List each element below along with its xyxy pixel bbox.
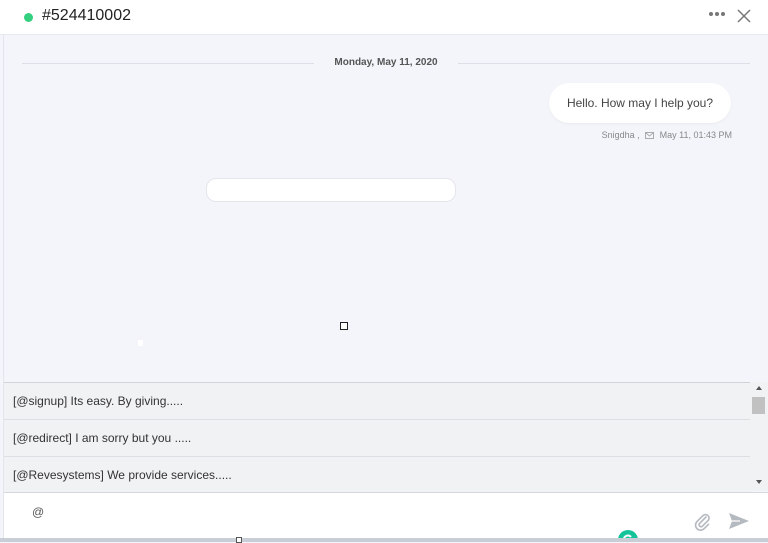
scroll-up-arrow-icon[interactable]	[755, 384, 763, 392]
suggestions-scrollbar[interactable]	[750, 382, 768, 491]
scroll-down-arrow-icon[interactable]	[755, 478, 763, 486]
artifact-dot	[138, 340, 143, 346]
message-timestamp: May 11, 01:43 PM	[659, 130, 732, 140]
date-separator-line-left	[22, 63, 314, 64]
ticket-id-title: #524410002	[42, 7, 131, 24]
canned-response-list: [@signup] Its easy. By giving..... [@red…	[4, 382, 750, 494]
message-input[interactable]	[30, 499, 614, 525]
date-separator-line-right	[458, 63, 750, 64]
cursor-marker	[340, 322, 348, 330]
send-icon[interactable]	[728, 511, 750, 531]
chat-header: #524410002	[0, 0, 768, 35]
message-composer	[4, 492, 768, 539]
message-sender: Snigdha ,	[601, 130, 640, 140]
ellipsis-icon[interactable]	[709, 12, 729, 20]
canned-response-item[interactable]: [@signup] Its easy. By giving.....	[4, 383, 750, 420]
window-bottom-edge	[0, 538, 768, 542]
paperclip-icon[interactable]	[692, 511, 712, 531]
scrollbar-thumb[interactable]	[752, 397, 765, 414]
canned-response-item[interactable]: [@Revesystems] We provide services.....	[4, 457, 750, 494]
message-meta: Snigdha , May 11, 01:43 PM	[560, 130, 732, 140]
agent-message-bubble: Hello. How may I help you?	[549, 83, 731, 123]
resize-marker	[236, 537, 242, 543]
date-separator: Monday, May 11, 2020	[334, 57, 438, 68]
close-icon[interactable]	[736, 8, 752, 24]
online-status-indicator	[24, 13, 33, 22]
redacted-message-placeholder	[206, 178, 456, 202]
mail-icon	[645, 132, 655, 139]
canned-response-item[interactable]: [@redirect] I am sorry but you .....	[4, 420, 750, 457]
